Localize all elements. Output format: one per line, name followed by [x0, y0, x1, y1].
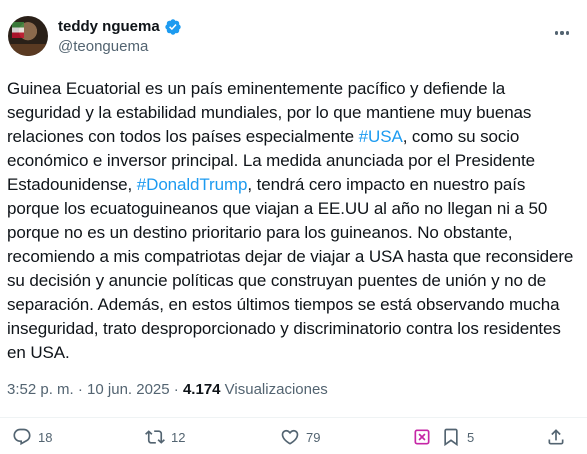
retweet-count: 12 — [171, 429, 186, 445]
share-button[interactable] — [546, 427, 566, 447]
timestamp-time[interactable]: 3:52 p. m. — [7, 381, 74, 398]
tweet-text: Guinea Ecuatorial es un país eminentemen… — [7, 77, 575, 365]
name-row: teddy nguema — [58, 17, 182, 37]
retweet-icon — [145, 430, 165, 444]
bookmark-count: 5 — [467, 429, 475, 445]
more-icon[interactable] — [551, 22, 573, 44]
verified-icon[interactable] — [164, 18, 182, 36]
like-button[interactable]: 79 — [280, 427, 320, 447]
reply-button[interactable]: 18 — [12, 427, 52, 447]
like-count: 79 — [306, 429, 321, 445]
views-label: Visualizaciones — [220, 381, 328, 398]
reply-count: 18 — [38, 429, 53, 445]
meta-separator: · — [73, 381, 88, 398]
reply-icon — [13, 428, 31, 446]
display-name[interactable]: teddy nguema — [58, 17, 160, 37]
action-bar: 18 12 79 5 — [0, 427, 587, 453]
avatar[interactable] — [8, 16, 48, 56]
like-icon — [281, 429, 299, 445]
tweet-text-segment: , tendrá cero impacto en nuestro país po… — [7, 175, 574, 362]
desk-decoration — [8, 44, 48, 56]
handle[interactable]: @teonguema — [58, 37, 148, 57]
bookmark-icon — [444, 428, 458, 447]
share-icon — [548, 429, 564, 445]
tweet-header: teddy nguema @teonguema — [6, 14, 577, 62]
tweet-meta: 3:52 p. m. · 10 jun. 2025 · 4.174 Visual… — [7, 380, 328, 400]
grok-button[interactable] — [412, 427, 432, 447]
tweet-card: teddy nguema @teonguema Guinea Ecuatoria… — [0, 0, 587, 454]
hashtag-donaldtrump[interactable]: #DonaldTrump — [137, 175, 248, 194]
divider — [0, 417, 587, 418]
hashtag-usa[interactable]: #USA — [359, 127, 403, 146]
retweet-button[interactable]: 12 — [145, 427, 185, 447]
timestamp-date[interactable]: 10 jun. 2025 — [87, 381, 170, 398]
views-count: 4.174 — [182, 381, 221, 398]
bookmark-button[interactable]: 5 — [441, 427, 474, 447]
grok-icon — [414, 429, 430, 445]
meta-separator: · — [169, 381, 183, 398]
flag-decoration — [12, 22, 24, 38]
